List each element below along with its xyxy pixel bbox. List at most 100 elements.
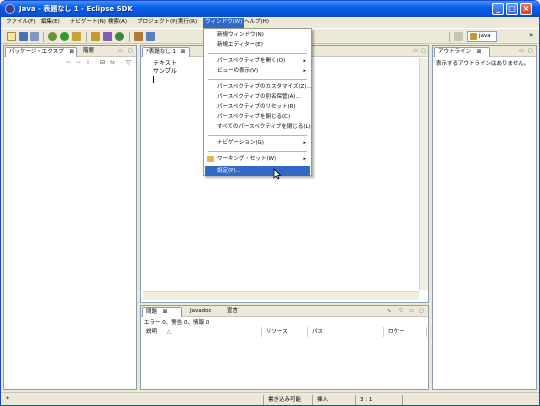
close-icon[interactable]: ⊠ [477,49,482,55]
minimize-button[interactable]: _ [492,3,504,15]
maximize-button[interactable]: □ [506,3,518,15]
menu-item-label: パースペクティブのリセット(R) [217,104,296,110]
menu-item-close-perspective[interactable]: パースペクティブを閉じる(C) [205,112,310,122]
perspective-java-button[interactable]: Java [467,31,497,42]
column-resource[interactable]: リソース [262,327,308,337]
problems-panel: 問題 ⊠ Javadoc 宣言 ⇘ ▽ ▭ ▢ エラー 0、警告 0、情報 0 … [140,305,429,390]
menu-item-open-perspective[interactable]: パースペクティブを開く(O) ▸ [205,56,310,66]
editor-line-2[interactable]: サンプル [153,68,177,75]
maximize-view-icon[interactable]: ▢ [528,48,533,54]
tab-package-explorer[interactable]: パッケージ・エクスプ ⊠ [5,47,77,57]
toolbar-separator [43,32,44,42]
tab-label: 問題 [146,309,158,315]
menu-edit[interactable]: 編集(E) [39,18,62,28]
menu-window[interactable]: ウィンドウ(W) [203,18,245,28]
new-icon[interactable] [7,32,16,41]
close-icon[interactable]: ⊠ [181,49,186,55]
link-editor-icon[interactable]: ⇆ [110,59,115,66]
menu-help[interactable]: ヘルプ(H) [242,18,271,28]
view-menu-icon[interactable]: ▽ [399,308,403,314]
menu-search[interactable]: 検索(A) [106,18,129,28]
window-title: Java - 表題なし 1 - Eclipse SDK [19,5,133,13]
tab-javadoc[interactable]: Javadoc [187,307,215,317]
menu-separator [208,135,307,136]
new-class-icon[interactable] [115,32,124,41]
back-icon[interactable]: ⇦ [66,59,71,66]
vertical-scrollbar[interactable] [419,58,428,290]
menu-separator [208,151,307,152]
filter-icon[interactable]: ⇘ [387,308,391,314]
debug-icon[interactable] [48,32,57,41]
column-description[interactable]: 説明 △ [142,327,262,337]
menu-item-new-window[interactable]: 新規ウィンドウ(N) [205,30,310,40]
close-icon[interactable]: ⊠ [163,309,168,315]
editor-line-1[interactable]: テキスト [153,60,177,67]
toolbar-separator [86,32,87,42]
save-icon[interactable] [19,32,28,41]
external-tools-icon[interactable] [72,32,81,41]
column-label: 説明 [146,329,158,335]
menu-item-preferences[interactable]: 設定(P)... [205,166,310,176]
maximize-view-icon[interactable]: ▢ [421,48,426,54]
new-java-project-icon[interactable] [91,32,100,41]
maximize-view-icon[interactable]: ▢ [419,308,424,314]
forward-icon[interactable]: ⇨ [76,59,81,66]
menu-item-label: パースペクティブのカスタマイズ(Z)... [217,84,312,90]
view-menu-icon[interactable]: ▽ [126,59,131,66]
open-type-icon[interactable] [134,32,143,41]
menu-item-label: 新規ウィンドウ(N) [217,32,264,38]
status-empty-field [402,395,432,405]
menu-file[interactable]: ファイル(F) [4,18,37,28]
close-icon[interactable]: ⊠ [69,49,74,55]
package-explorer-panel: パッケージ・エクスプ ⊠ 階層 ▭ ▢ ⇦ ⇨ ⇧ ⊟ ⇆ ▽ [3,45,137,390]
menu-bar: ファイル(F) 編集(E) ナビゲート(N) 検索(A) プロジェクト(P) 実… [1,17,539,28]
tab-declaration[interactable]: 宣言 [224,307,241,317]
menu-item-label: 新規エディター(E) [217,42,263,48]
menu-item-save-perspective-as[interactable]: パースペクティブの別名保管(A)... [205,92,310,102]
menu-item-navigation[interactable]: ナビゲーション(G) ▸ [205,138,310,148]
maximize-view-icon[interactable]: ▢ [128,48,133,54]
eclipse-icon [5,4,15,14]
tab-problems[interactable]: 問題 ⊠ [142,307,182,317]
minimize-view-icon[interactable]: ▭ [118,48,123,54]
minimize-view-icon[interactable]: ▭ [409,308,414,314]
menu-navigate[interactable]: ナビゲート(N) [68,18,108,28]
menu-item-new-editor[interactable]: 新規エディター(E) [205,40,310,50]
horizontal-scrollbar[interactable] [143,291,419,300]
menu-item-label: ワーキング・セット(W) [217,156,277,162]
search-icon[interactable] [146,32,155,41]
close-button[interactable]: × [520,3,532,15]
submenu-arrow-icon: ▸ [303,68,306,74]
collapse-all-icon[interactable]: ⊟ [100,59,105,66]
problems-summary: エラー 0、警告 0、情報 0 [144,320,210,326]
menu-item-show-view[interactable]: ビューの表示(V) ▸ [205,66,310,76]
tab-outline[interactable]: アウトライン ⊠ [434,47,490,57]
folder-icon [207,156,214,162]
open-perspective-icon[interactable] [454,32,463,41]
up-icon[interactable]: ⇧ [86,59,91,66]
menu-item-working-sets[interactable]: ワーキング・セット(W) ▸ [205,154,310,164]
menu-item-reset-perspective[interactable]: パースペクティブのリセット(R) [205,102,310,112]
sort-up-icon: △ [166,329,171,335]
print-icon[interactable] [30,32,39,41]
java-perspective-icon [470,33,477,40]
minimize-view-icon[interactable]: ▭ [413,48,418,54]
new-package-icon[interactable] [103,32,112,41]
menu-run[interactable]: 実行(R) [176,18,199,28]
toolbar-overflow[interactable]: » [529,31,533,39]
status-cursor-position: 3 : 1 [355,395,401,405]
column-path[interactable]: パス [308,327,384,337]
menu-item-customize-perspective[interactable]: パースペクティブのカスタマイズ(Z)... [205,82,312,92]
text-cursor [153,76,154,83]
run-icon[interactable] [60,32,69,41]
menu-item-label: パースペクティブを閉じる(C) [217,114,291,120]
tab-label: アウトライン [438,49,472,55]
minimize-view-icon[interactable]: ▭ [519,48,524,54]
tab-editor-untitled[interactable]: *表題なし 1 ⊠ [142,47,190,57]
tab-hierarchy[interactable]: 階層 [80,47,97,57]
menu-project[interactable]: プロジェクト(P) [135,18,180,28]
menu-item-close-all-perspectives[interactable]: すべてのパースペクティブを閉じる(L) [205,122,311,132]
fast-view-icon[interactable]: ✦ [5,395,13,403]
title-bar[interactable]: Java - 表題なし 1 - Eclipse SDK _ □ × [1,1,539,17]
column-location[interactable]: ロケー [384,327,427,337]
